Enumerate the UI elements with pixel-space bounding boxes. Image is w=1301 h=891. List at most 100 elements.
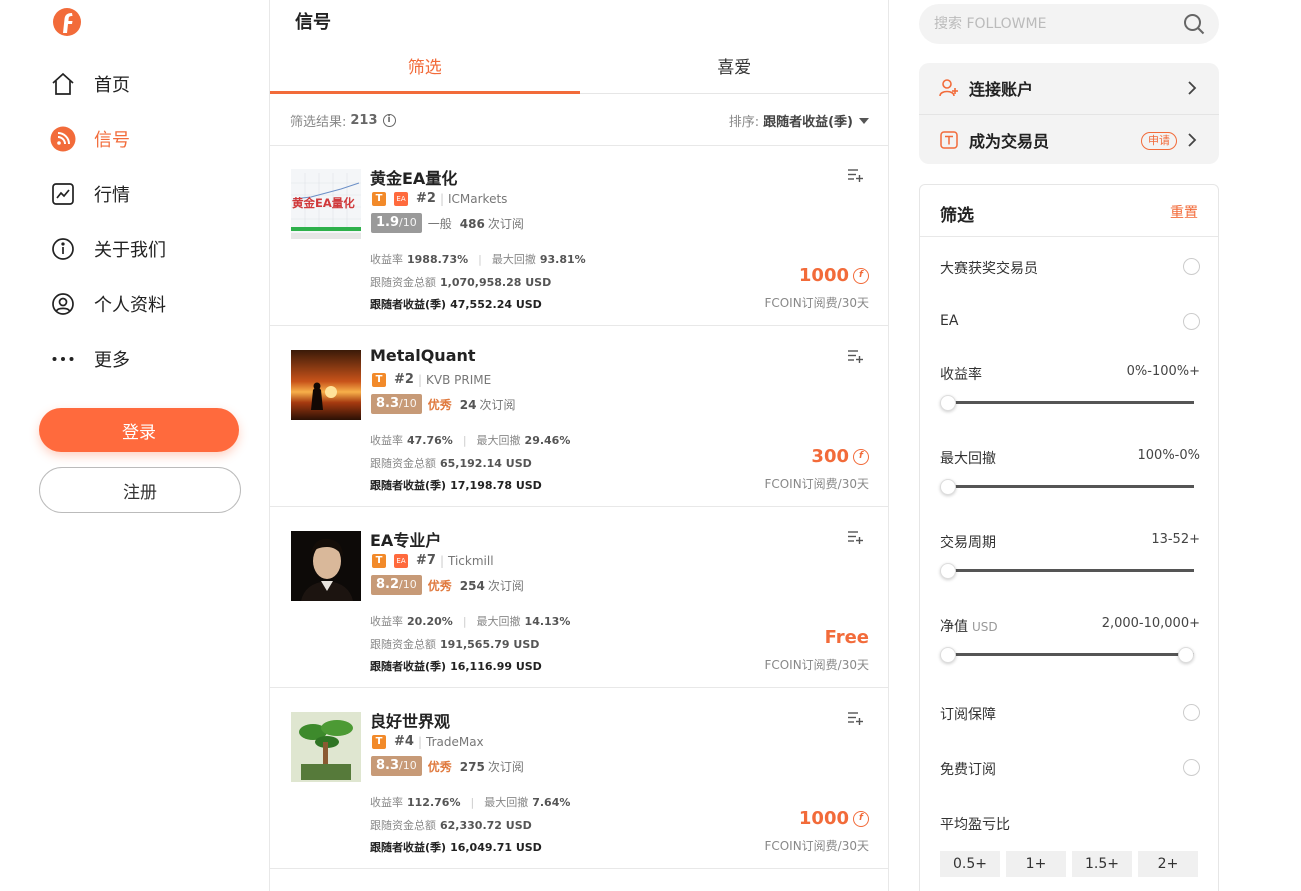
ea-badge: EA xyxy=(394,191,408,206)
search-icon[interactable] xyxy=(1183,13,1205,35)
score-badge: 8.3/10 xyxy=(371,756,422,776)
subscription-price: 300 f xyxy=(811,446,869,467)
drawdown-label: 最大回撤 xyxy=(476,434,521,447)
results-label: 筛选结果: xyxy=(290,115,347,130)
score-value: 8.2 xyxy=(376,577,400,592)
trader-badge: T xyxy=(372,372,386,387)
sort-dropdown[interactable]: 排序: 跟随者收益(季) xyxy=(729,111,869,130)
signal-name[interactable]: EA专业户 xyxy=(370,527,441,551)
broker-name: TradeMax xyxy=(426,734,484,749)
signal-thumbnail xyxy=(291,350,361,420)
ratio-option[interactable]: 1.5+ xyxy=(1072,851,1132,877)
slider-handle-min[interactable] xyxy=(940,647,956,663)
apply-badge[interactable]: 申请 xyxy=(1141,132,1177,150)
reset-button[interactable]: 重置 xyxy=(1170,202,1198,222)
signal-card[interactable]: EA专业户 T EA #7 | Tickmill 8.2/10 优秀 254 次订… xyxy=(270,507,889,688)
sort-value: 跟随者收益(季) xyxy=(763,115,853,130)
trader-badge: T xyxy=(372,191,386,206)
filter-label: 平均盈亏比 xyxy=(940,817,1010,833)
divider: | xyxy=(417,734,422,749)
search-input[interactable] xyxy=(934,4,1174,44)
signal-tags: T EA #7 | Tickmill xyxy=(372,553,494,568)
info-icon xyxy=(50,236,76,262)
equity-slider[interactable] xyxy=(940,647,1194,663)
filter-label: 净值 xyxy=(940,619,968,635)
ratio-option[interactable]: 0.5+ xyxy=(940,851,1000,877)
funds-label: 跟随资金总额 xyxy=(370,818,436,832)
signal-card[interactable]: 黄金EA量化 黄金EA量化 T EA #2 | ICMarkets 1.9/10… xyxy=(270,145,889,326)
nav-item-home[interactable]: 首页 xyxy=(50,69,130,99)
fcoin-icon: f xyxy=(853,810,869,827)
rating-row: 8.3/10 优秀 24 次订阅 xyxy=(371,394,515,414)
tab-filter[interactable]: 筛选 xyxy=(270,46,580,94)
user-icon xyxy=(50,291,76,317)
drawdown-label: 最大回撤 xyxy=(491,253,536,266)
price-value: 1000 xyxy=(798,808,849,829)
free-radio[interactable] xyxy=(1183,759,1200,776)
info-icon[interactable]: i xyxy=(382,114,396,127)
connect-account-row[interactable]: 连接账户 xyxy=(919,63,1219,113)
ea-radio[interactable] xyxy=(1183,313,1200,330)
signal-card[interactable]: 良好世界观 T #4 | TradeMax 8.3/10 优秀 275 次订阅 收… xyxy=(270,688,889,869)
signal-name[interactable]: MetalQuant xyxy=(370,346,476,365)
filter-drawdown: 最大回撤 100%-0% xyxy=(940,448,1200,468)
nav-item-more[interactable]: 更多 xyxy=(50,344,130,374)
ratio-option[interactable]: 1+ xyxy=(1006,851,1066,877)
price-value: 1000 xyxy=(798,265,849,286)
connect-account-label: 连接账户 xyxy=(969,80,1034,99)
filter-award-winners[interactable]: 大赛获奖交易员 xyxy=(940,258,1200,278)
nav-item-about[interactable]: 关于我们 xyxy=(50,234,166,264)
filter-title: 筛选 xyxy=(940,206,974,226)
followme-logo-icon[interactable] xyxy=(52,6,82,39)
nav-item-profile[interactable]: 个人资料 xyxy=(50,289,166,319)
tab-favorites[interactable]: 喜爱 xyxy=(580,46,890,93)
caret-down-icon xyxy=(859,117,869,124)
slider-handle-max[interactable] xyxy=(1178,647,1194,663)
nav-item-market[interactable]: 行情 xyxy=(50,179,130,209)
nav-label: 信号 xyxy=(94,130,130,151)
filter-range: 2,000-10,000+ xyxy=(1101,616,1200,631)
profit-label: 跟随者收益(季) xyxy=(370,479,447,492)
funds-value: 1,070,958.28 USD xyxy=(440,275,552,289)
signal-tags: T #4 | TradeMax xyxy=(372,734,484,749)
slider-handle[interactable] xyxy=(940,563,956,579)
slider-handle[interactable] xyxy=(940,395,956,411)
add-to-list-icon[interactable] xyxy=(847,710,863,726)
add-to-list-icon[interactable] xyxy=(847,529,863,545)
period-slider[interactable] xyxy=(940,563,1194,579)
add-user-icon xyxy=(939,78,959,98)
filter-ea[interactable]: EA xyxy=(940,313,1200,330)
nav-item-signals[interactable]: 信号 xyxy=(50,124,130,154)
ratio-option[interactable]: 2+ xyxy=(1138,851,1198,877)
signal-thumbnail xyxy=(291,531,361,601)
login-button[interactable]: 登录 xyxy=(39,408,239,452)
guarantee-radio[interactable] xyxy=(1183,704,1200,721)
signal-list-panel: 信号 筛选 喜爱 筛选结果: 213 i 排序: 跟随者收益(季) 黄金EA量化… xyxy=(269,0,889,891)
become-trader-row[interactable]: 成为交易员 申请 xyxy=(919,114,1219,164)
signal-name[interactable]: 良好世界观 xyxy=(370,708,450,732)
score-value: 8.3 xyxy=(376,758,400,773)
register-button[interactable]: 注册 xyxy=(39,467,241,513)
filter-free[interactable]: 免费订阅 xyxy=(940,759,1200,779)
return-slider[interactable] xyxy=(940,395,1194,411)
nav-label: 个人资料 xyxy=(94,295,166,316)
profit-value: 17,198.78 USD xyxy=(450,479,542,492)
signal-stats: 收益率 47.76% | 最大回撤 29.46% 跟随资金总额 65,192.14 USD… xyxy=(370,434,571,492)
subscription-count: 24 次订阅 xyxy=(460,396,516,413)
page: 首页 信号 行情 关于我们 个人资料 更多 登录 注册 信号 筛选 喜爱 筛选结… xyxy=(0,0,1301,891)
add-to-list-icon[interactable] xyxy=(847,167,863,183)
add-to-list-icon[interactable] xyxy=(847,348,863,364)
signal-card[interactable]: MetalQuant T #2 | KVB PRIME 8.3/10 优秀 24… xyxy=(270,326,889,507)
slider-handle[interactable] xyxy=(940,479,956,495)
fee-period: FCOIN订阅费/30天 xyxy=(764,477,869,491)
filter-ratio: 平均盈亏比 xyxy=(940,814,1200,834)
subscription-count: 486 次订阅 xyxy=(460,215,524,232)
subscription-price: 1000 f xyxy=(799,265,869,286)
drawdown-slider[interactable] xyxy=(940,479,1194,495)
profit-label: 跟随者收益(季) xyxy=(370,298,447,311)
filter-guarantee[interactable]: 订阅保障 xyxy=(940,704,1200,724)
subscription-price: Free xyxy=(825,627,869,648)
profit-label: 跟随者收益(季) xyxy=(370,841,447,854)
award-radio[interactable] xyxy=(1183,258,1200,275)
signal-name[interactable]: 黄金EA量化 xyxy=(370,165,457,189)
